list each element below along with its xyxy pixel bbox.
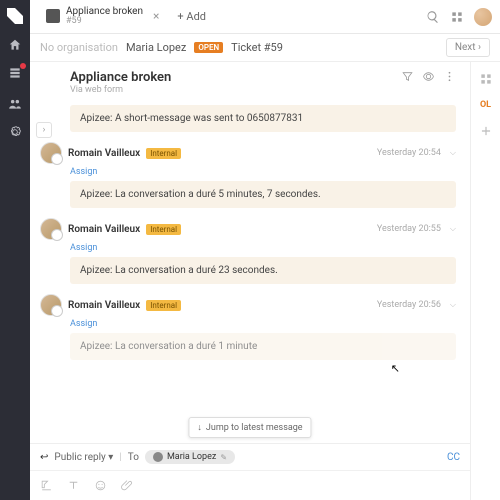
- timestamp: Yesterday 20:56: [377, 300, 441, 310]
- close-icon[interactable]: ×: [153, 9, 159, 23]
- message-item: Romain Vailleux Internal Yesterday 20:55…: [70, 218, 456, 284]
- filter-icon[interactable]: [401, 70, 414, 83]
- message-item: Romain Vailleux Internal Yesterday 20:54…: [70, 142, 456, 208]
- timestamp: Yesterday 20:54: [377, 148, 441, 158]
- chevron-down-icon[interactable]: ⌵: [450, 224, 456, 234]
- next-button[interactable]: Next ›: [446, 38, 490, 57]
- internal-tag: Internal: [146, 148, 181, 159]
- to-label: To: [128, 452, 139, 463]
- editor-toolbar: [30, 470, 470, 500]
- tab-icon: [46, 9, 60, 23]
- page-title: Appliance broken: [70, 70, 393, 85]
- message-body: Apizee: La conversation a duré 1 minute: [70, 333, 456, 360]
- recipient-chip[interactable]: Maria Lopez ✎: [145, 450, 235, 464]
- cc-button[interactable]: CC: [447, 452, 460, 463]
- recipient-name: Maria Lopez: [167, 452, 216, 462]
- home-icon[interactable]: [8, 38, 22, 52]
- breadcrumb: No organisation Maria Lopez OPEN Ticket …: [30, 34, 500, 62]
- top-bar: Appliance broken #59 × + Add: [30, 0, 500, 34]
- reply-mode-select[interactable]: Public reply ▾: [54, 452, 113, 463]
- user-avatar[interactable]: [40, 294, 62, 316]
- eye-icon[interactable]: [422, 70, 435, 83]
- assign-link[interactable]: Assign: [70, 167, 456, 177]
- status-badge: OPEN: [194, 42, 223, 53]
- gear-icon[interactable]: [8, 125, 22, 139]
- add-tab-button[interactable]: + Add: [177, 10, 206, 23]
- chevron-down-icon[interactable]: ⌵: [450, 300, 456, 310]
- right-rail: OL: [470, 62, 500, 500]
- message-body: Apizee: La conversation a duré 23 second…: [70, 257, 456, 284]
- inbox-icon-wrapper[interactable]: [8, 66, 22, 83]
- thread-header: Appliance broken Via web form: [30, 62, 470, 101]
- chevron-down-icon[interactable]: ⌵: [450, 148, 456, 158]
- left-rail: [0, 0, 30, 500]
- breadcrumb-org[interactable]: No organisation: [40, 41, 118, 54]
- message-list: Apizee: A short-message was sent to 0650…: [30, 101, 470, 443]
- internal-tag: Internal: [146, 300, 181, 311]
- reply-arrow-icon[interactable]: ↩: [40, 452, 48, 463]
- breadcrumb-user[interactable]: Maria Lopez: [126, 41, 186, 54]
- inbox-icon: [8, 66, 22, 80]
- compose-icon[interactable]: [40, 479, 53, 492]
- system-note: Apizee: A short-message was sent to 0650…: [70, 105, 456, 132]
- profile-avatar[interactable]: [474, 8, 492, 26]
- timestamp: Yesterday 20:55: [377, 224, 441, 234]
- via-label: Via web form: [70, 85, 393, 95]
- assign-link[interactable]: Assign: [70, 243, 456, 253]
- tab-subtitle: #59: [66, 17, 143, 27]
- attachment-icon[interactable]: [121, 479, 134, 492]
- thread: Appliance broken Via web form › Apizee: …: [30, 62, 470, 500]
- app-logo[interactable]: [7, 8, 23, 24]
- main-area: Appliance broken #59 × + Add No organisa…: [30, 0, 500, 500]
- tab-ticket[interactable]: Appliance broken #59 ×: [38, 2, 167, 31]
- emoji-icon[interactable]: [94, 479, 107, 492]
- plus-icon[interactable]: [479, 124, 493, 138]
- message-body: Apizee: La conversation a duré 5 minutes…: [70, 181, 456, 208]
- arrow-down-icon: ↓: [197, 422, 202, 433]
- content: Appliance broken Via web form › Apizee: …: [30, 62, 500, 500]
- reply-bar: ↩ Public reply ▾ | To Maria Lopez ✎ CC: [30, 443, 470, 470]
- internal-tag: Internal: [146, 224, 181, 235]
- recipient-avatar: [153, 452, 163, 462]
- apps-icon[interactable]: [450, 10, 464, 24]
- jump-to-latest-button[interactable]: ↓ Jump to latest message: [188, 417, 311, 438]
- collapse-toggle[interactable]: ›: [36, 122, 52, 138]
- mouse-cursor: ↖: [391, 362, 400, 375]
- more-icon[interactable]: [443, 70, 456, 83]
- author-name[interactable]: Romain Vailleux: [68, 300, 140, 311]
- text-icon[interactable]: [67, 479, 80, 492]
- author-name[interactable]: Romain Vailleux: [68, 148, 140, 159]
- users-icon[interactable]: [8, 97, 22, 111]
- user-avatar[interactable]: [40, 142, 62, 164]
- message-item: Romain Vailleux Internal Yesterday 20:56…: [70, 294, 456, 360]
- search-icon[interactable]: [426, 10, 440, 24]
- assign-link[interactable]: Assign: [70, 319, 456, 329]
- user-avatar[interactable]: [40, 218, 62, 240]
- ol-badge[interactable]: OL: [480, 100, 491, 110]
- edit-icon[interactable]: ✎: [220, 453, 227, 462]
- grid-icon[interactable]: [479, 72, 493, 86]
- breadcrumb-ticket: Ticket #59: [231, 41, 283, 54]
- jump-label: Jump to latest message: [206, 423, 303, 433]
- author-name[interactable]: Romain Vailleux: [68, 224, 140, 235]
